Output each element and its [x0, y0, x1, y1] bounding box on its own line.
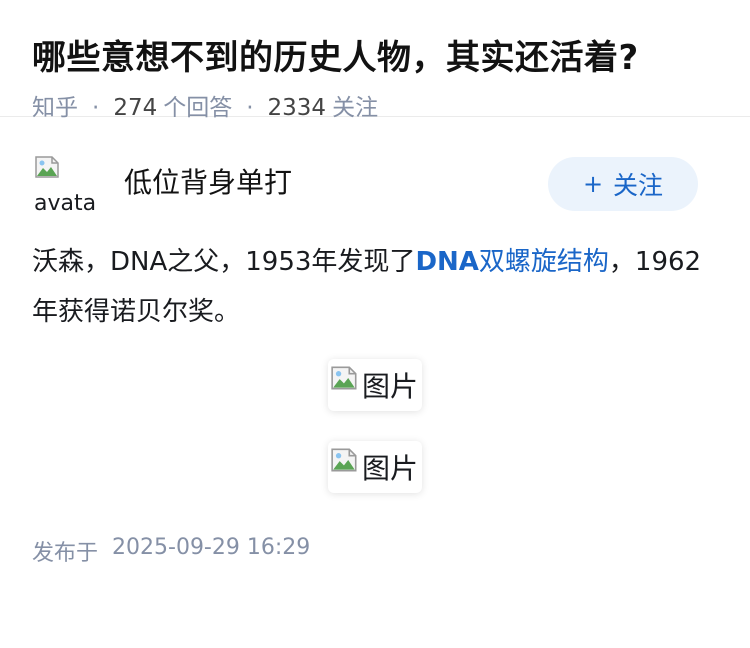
meta-separator: ·: [246, 95, 254, 121]
answer-count-label: 个回答: [163, 95, 233, 121]
answer-image[interactable]: 图片: [327, 359, 422, 411]
answer-figure: 图片: [32, 337, 718, 411]
publish-info: 发布于 2025-09-29 16:29: [32, 535, 718, 567]
author-row: avatar 低位背身单打 + 关注: [32, 151, 718, 247]
question-header: 哪些意想不到的历史人物，其实还活着? 知乎 · 274 个回答 · 2334 关…: [0, 0, 750, 121]
answer-image[interactable]: 图片: [327, 441, 422, 493]
follower-count: 2334: [267, 95, 327, 121]
broken-image-icon: [331, 448, 357, 472]
question-meta: 知乎 · 274 个回答 · 2334 关注: [32, 92, 718, 124]
source-label[interactable]: 知乎: [32, 92, 78, 124]
broken-image-icon: [331, 366, 357, 390]
follow-button-label: 关注: [613, 171, 664, 200]
follow-button[interactable]: + 关注: [548, 157, 698, 211]
author-name[interactable]: 低位背身单打: [124, 163, 292, 203]
answer-count: 274: [113, 95, 158, 121]
page: 哪些意想不到的历史人物，其实还活着? 知乎 · 274 个回答 · 2334 关…: [0, 0, 750, 648]
dna-structure-link[interactable]: DNA双螺旋结构: [415, 247, 608, 277]
content-text: 沃森，DNA之父，1953年发现了: [32, 247, 416, 277]
answer-content: 沃森，DNA之父，1953年发现了DNA双螺旋结构，1962年获得诺贝尔奖。: [32, 237, 718, 337]
publish-datetime: 2025-09-29 16:29: [112, 535, 311, 560]
link-text: 双螺旋结构: [478, 247, 609, 277]
avatar[interactable]: avatar: [32, 151, 98, 217]
question-title[interactable]: 哪些意想不到的历史人物，其实还活着?: [32, 34, 718, 82]
broken-image-icon: [35, 156, 59, 178]
answer-figure: 图片: [32, 411, 718, 493]
follower-label: 关注: [332, 95, 379, 121]
answer-card: avatar 低位背身单打 + 关注 沃森，DNA之父，1953年发现了DNA双…: [0, 151, 750, 567]
meta-separator: ·: [92, 95, 100, 121]
link-bold-text: DNA: [415, 247, 479, 277]
publish-label: 发布于: [32, 541, 99, 566]
image-alt-text: 图片: [361, 370, 418, 403]
image-alt-text: 图片: [361, 452, 418, 485]
plus-icon: +: [582, 170, 604, 198]
avatar-alt-text: avatar: [34, 191, 98, 216]
